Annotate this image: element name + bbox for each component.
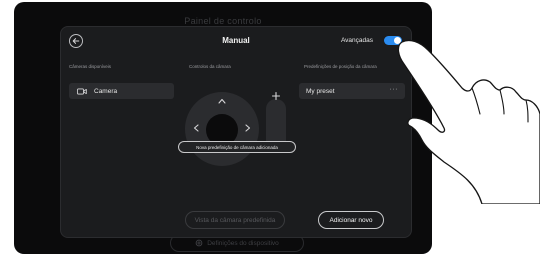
plus-icon[interactable]: [269, 89, 283, 103]
notification-toast: Nova predefinição de câmara adicionada: [178, 141, 296, 153]
preset-list-item[interactable]: My preset ···: [299, 83, 405, 99]
device-settings-label: Definições do dispositivo: [207, 239, 279, 247]
background-title: Painel de controlo: [184, 16, 262, 26]
camera-icon: [77, 87, 87, 94]
advanced-label: Avançadas: [340, 37, 373, 44]
pointing-hand-icon: [397, 39, 540, 204]
controls-column-label: Controlos da câmara: [189, 64, 231, 69]
gear-icon: [195, 239, 203, 247]
device-screen: Painel de controlo Definições do disposi…: [14, 2, 432, 254]
arrow-left-icon: [72, 38, 80, 44]
add-new-button[interactable]: Adicionar novo: [318, 211, 384, 229]
presets-column-label: Predefinições de posição da câmara: [304, 64, 377, 69]
camera-list-item[interactable]: Camera: [69, 83, 174, 99]
manual-camera-panel: Manual Avançadas Câmeras disponíveis Con…: [60, 26, 412, 238]
chevron-up-icon[interactable]: [217, 97, 227, 105]
back-button[interactable]: [69, 34, 83, 48]
chevron-left-icon[interactable]: [192, 123, 200, 133]
chevron-right-icon[interactable]: [244, 123, 252, 133]
camera-label: Camera: [94, 87, 118, 95]
default-camera-view-button[interactable]: Vista da câmara predefinida: [185, 211, 285, 229]
preset-label: My preset: [306, 87, 335, 95]
cameras-column-label: Câmeras disponíveis: [69, 64, 112, 69]
